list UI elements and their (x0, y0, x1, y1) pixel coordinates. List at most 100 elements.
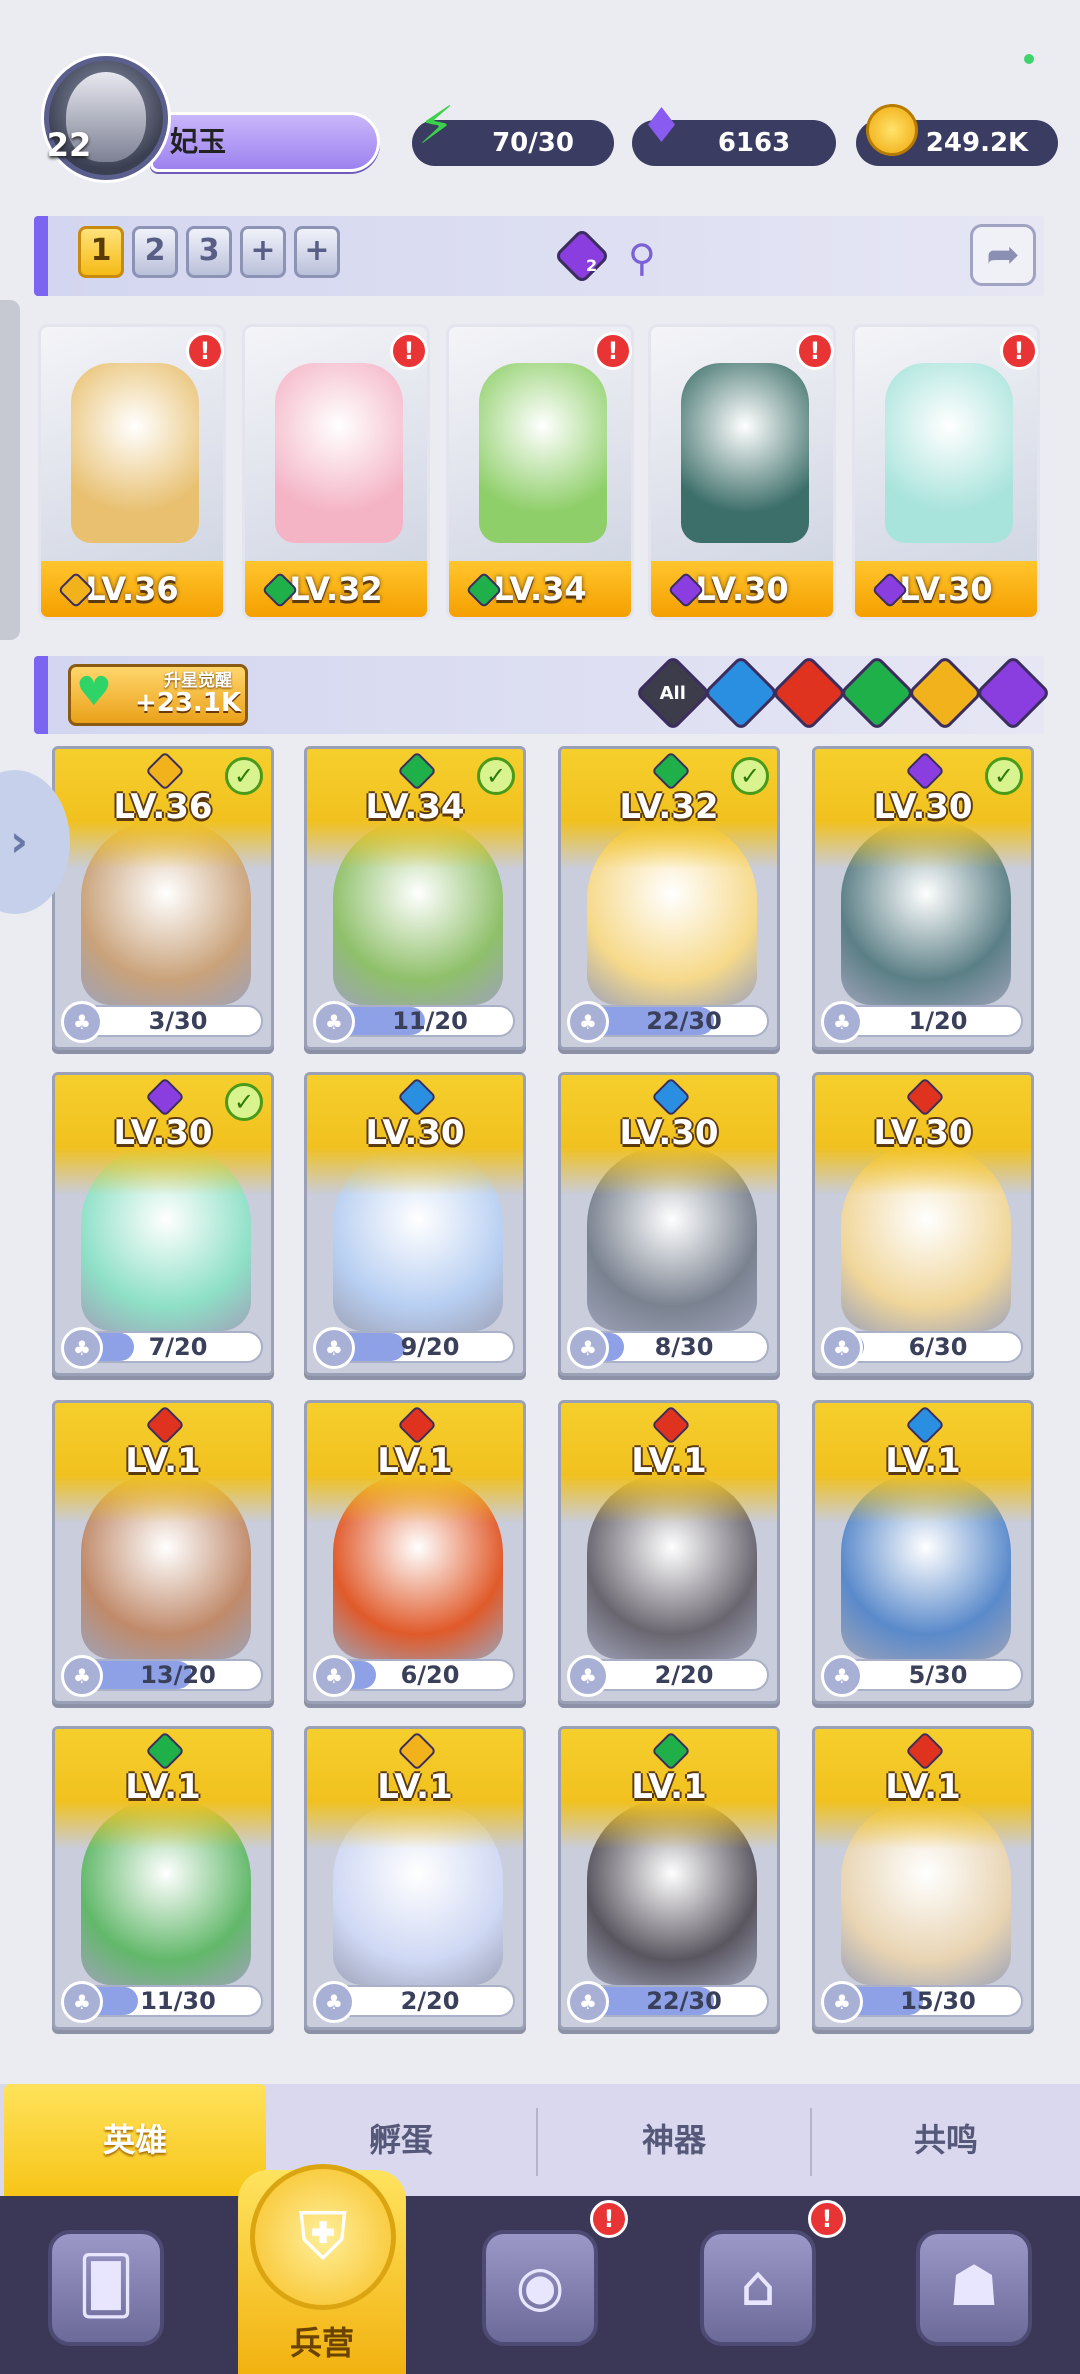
hero-portrait (275, 363, 403, 543)
hero-card[interactable]: LV.30 ♣ 9/20 (304, 1072, 526, 1376)
shard-progress: ♣ 22/30 (567, 1981, 769, 2023)
hero-card[interactable]: LV.1 ♣ 13/20 (52, 1400, 274, 1704)
shard-count: 6/30 (908, 1333, 968, 1361)
team-add-button-2[interactable]: + (294, 226, 340, 278)
shard-count: 5/30 (908, 1661, 968, 1689)
hero-level: LV.30 (873, 1113, 973, 1153)
hero-card[interactable]: LV.1 ♣ 6/20 (304, 1400, 526, 1704)
gold-value: 249.2K (925, 128, 1029, 158)
shard-count: 13/20 (140, 1661, 216, 1689)
shard-progress: ♣ 3/30 (61, 1001, 263, 1043)
shop-alert-badge: ! (808, 2200, 846, 2238)
mushroom-icon[interactable]: ☗ (916, 2230, 1032, 2346)
shard-progress: ♣ 11/30 (61, 1981, 263, 2023)
nav-barracks-label: 兵营 (289, 2324, 354, 2362)
hero-level: LV.30 (365, 1113, 465, 1153)
hero-level: LV.1 (631, 1441, 707, 1481)
shard-progress: ♣ 22/30 (567, 1001, 769, 1043)
shard-progress: ♣ 9/20 (313, 1327, 515, 1369)
team-tab-3[interactable]: 3 (186, 226, 232, 278)
shard-progress: ♣ 13/20 (61, 1655, 263, 1697)
shop-icon[interactable]: ⌂ (700, 2230, 816, 2346)
hero-level: LV.30 (619, 1113, 719, 1153)
hero-level: LV.1 (377, 1441, 453, 1481)
barracks-icon: ⛨ (250, 2164, 396, 2310)
hero-level: LV.1 (631, 1767, 707, 1807)
shard-count: 9/20 (400, 1333, 460, 1361)
energy-value: 70/30 (492, 128, 574, 158)
cards-icon[interactable]: 🂠 (48, 2230, 164, 2346)
hero-alert-badge: ! (186, 332, 224, 370)
shard-count: 2/20 (400, 1987, 460, 2015)
hero-card[interactable]: LV.30 ✓ ♣ 1/20 (812, 746, 1034, 1050)
shard-count: 22/30 (646, 1007, 722, 1035)
hero-level: LV.1 (125, 1441, 201, 1481)
share-button[interactable]: ➦ (970, 224, 1036, 286)
hero-level: LV.1 (377, 1767, 453, 1807)
shard-count: 11/30 (140, 1987, 216, 2015)
selected-element-count: 2 (586, 256, 598, 275)
shard-progress: ♣ 6/30 (821, 1327, 1023, 1369)
shard-count: 2/20 (654, 1661, 714, 1689)
hero-level: LV.1 (885, 1441, 961, 1481)
shard-count: 8/30 (654, 1333, 714, 1361)
tab-heroes[interactable]: 英雄 (4, 2084, 266, 2196)
heart-icon: ♥ (76, 669, 112, 715)
map-alert-badge: ! (590, 2200, 628, 2238)
shard-progress: ♣ 15/30 (821, 1981, 1023, 2023)
hero-card[interactable]: LV.1 ♣ 2/20 (558, 1400, 780, 1704)
status-dot (1024, 54, 1034, 64)
check-icon: ✓ (731, 757, 769, 795)
hero-portrait (71, 363, 199, 543)
filter-label: All (659, 682, 687, 704)
hero-card[interactable]: LV.30 ♣ 8/30 (558, 1072, 780, 1376)
shard-progress: ♣ 2/20 (567, 1655, 769, 1697)
hero-level: LV.1 (885, 1767, 961, 1807)
hero-alert-badge: ! (390, 332, 428, 370)
tab-artifacts[interactable]: 神器 (538, 2084, 810, 2196)
hero-portrait (479, 363, 607, 543)
shard-progress: ♣ 11/20 (313, 1001, 515, 1043)
shard-count: 7/20 (148, 1333, 208, 1361)
shard-progress: ♣ 2/20 (313, 1981, 515, 2023)
check-icon: ✓ (477, 757, 515, 795)
player-level: 22 (46, 126, 92, 164)
check-icon: ✓ (225, 1083, 263, 1121)
shard-progress: ♣ 8/30 (567, 1327, 769, 1369)
team-tab-2[interactable]: 2 (132, 226, 178, 278)
shard-count: 3/30 (148, 1007, 208, 1035)
shard-count: 11/20 (392, 1007, 468, 1035)
hero-card[interactable]: LV.1 ♣ 15/30 (812, 1726, 1034, 2030)
hero-card[interactable]: LV.34 ✓ ♣ 11/20 (304, 746, 526, 1050)
hero-portrait (681, 363, 809, 543)
hero-level: LV.1 (125, 1767, 201, 1807)
hero-card[interactable]: LV.36 ✓ ♣ 3/30 (52, 746, 274, 1050)
tab-resonance[interactable]: 共鸣 (812, 2084, 1080, 2196)
gem-icon: ♦ (640, 98, 684, 154)
hero-card[interactable]: LV.30 ♣ 6/30 (812, 1072, 1034, 1376)
shard-progress: ♣ 1/20 (821, 1001, 1023, 1043)
hero-portrait (885, 363, 1013, 543)
map-icon[interactable]: ◉ (482, 2230, 598, 2346)
shard-progress: ♣ 6/20 (313, 1655, 515, 1697)
check-icon: ✓ (225, 757, 263, 795)
shard-count: 15/30 (900, 1987, 976, 2015)
hero-alert-badge: ! (594, 332, 632, 370)
hero-card[interactable]: LV.1 ♣ 5/30 (812, 1400, 1034, 1704)
player-name: 妃玉 (170, 125, 227, 158)
hero-card[interactable]: LV.1 ♣ 22/30 (558, 1726, 780, 2030)
left-edge-tab (0, 300, 20, 640)
gem-value: 6163 (717, 128, 791, 158)
hero-card[interactable]: LV.1 ♣ 11/30 (52, 1726, 274, 2030)
awaken-value: +23.1K (134, 688, 242, 718)
hero-alert-badge: ! (796, 332, 834, 370)
shard-progress: ♣ 5/30 (821, 1655, 1023, 1697)
search-icon[interactable]: ⚲ (628, 236, 656, 280)
check-icon: ✓ (985, 757, 1023, 795)
hero-card[interactable]: LV.1 ♣ 2/20 (304, 1726, 526, 2030)
hero-alert-badge: ! (1000, 332, 1038, 370)
hero-card[interactable]: LV.30 ✓ ♣ 7/20 (52, 1072, 274, 1376)
hero-card[interactable]: LV.32 ✓ ♣ 22/30 (558, 746, 780, 1050)
team-add-button[interactable]: + (240, 226, 286, 278)
team-tab-1[interactable]: 1 (78, 226, 124, 278)
